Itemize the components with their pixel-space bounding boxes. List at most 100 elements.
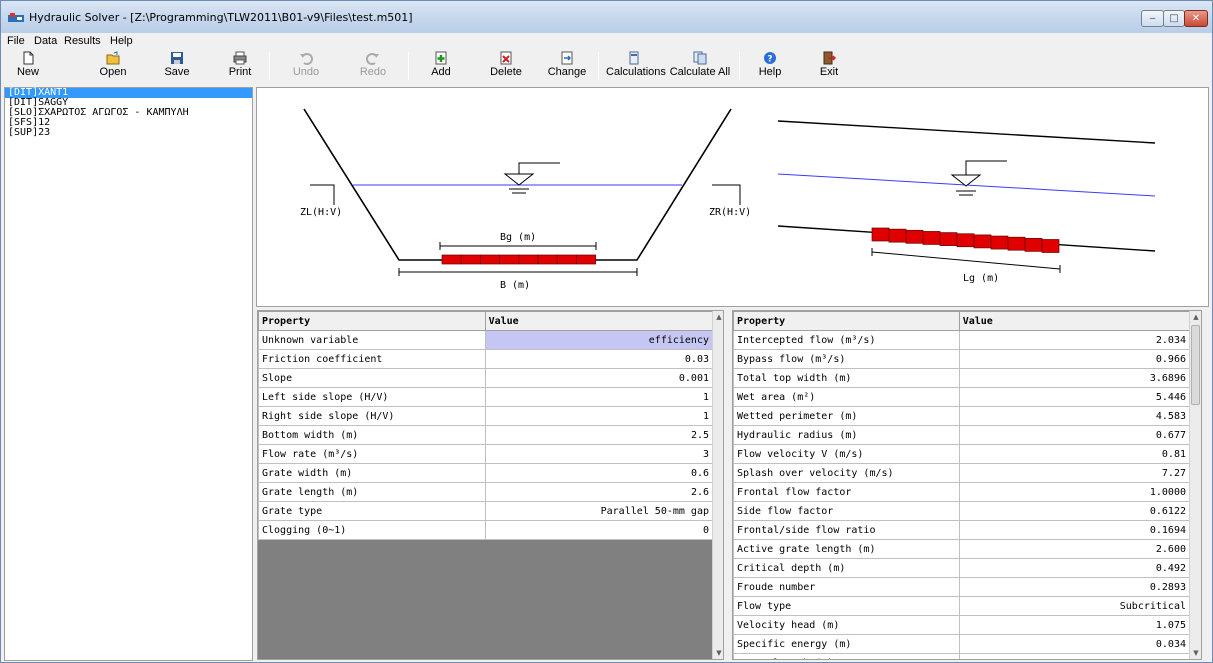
- value-cell[interactable]: Parallel 50-mm gap: [484, 501, 714, 521]
- element-tree[interactable]: [DIT]XANT1 [DIT]SAGGY [SLO]ΣΧΑΡΩΤΟΣ ΑΓΩΓ…: [4, 87, 253, 661]
- redo-button[interactable]: Redo: [355, 49, 391, 83]
- table-row[interactable]: Wetted perimeter (m) 4.583: [733, 406, 1191, 426]
- value-cell[interactable]: 0.034: [958, 634, 1191, 654]
- value-cell[interactable]: 3: [484, 444, 714, 464]
- maximize-button[interactable]: □: [1163, 10, 1185, 27]
- property-cell: Hydraulic radius (m): [733, 425, 960, 445]
- table-row[interactable]: Bypass flow (m³/s) 0.966: [733, 349, 1191, 369]
- table-row[interactable]: Wet area (m²) 5.446: [733, 387, 1191, 407]
- title-bar[interactable]: Hydraulic Solver - [Z:\Programming\TLW20…: [1, 1, 1212, 33]
- close-button[interactable]: ✕: [1184, 10, 1208, 27]
- open-button[interactable]: Open: [91, 49, 135, 83]
- value-cell[interactable]: 2.600: [958, 653, 1191, 659]
- exit-icon: [823, 51, 836, 65]
- property-cell: Friction coefficient: [258, 349, 486, 369]
- value-cell[interactable]: 0.966: [958, 349, 1191, 369]
- value-cell[interactable]: 3.6896: [958, 368, 1191, 388]
- change-button[interactable]: Change: [545, 49, 589, 83]
- scroll-thumb[interactable]: [1191, 325, 1200, 405]
- property-column-header[interactable]: Property: [733, 311, 960, 331]
- property-cell: Froude number: [733, 577, 960, 597]
- menu-bar: File Data Results Help: [1, 33, 1212, 49]
- table-row[interactable]: Velocity head (m) 1.075: [733, 615, 1191, 635]
- table-row[interactable]: Right side slope (H/V) 1: [258, 406, 714, 426]
- table-row[interactable]: Slope 0.001: [258, 368, 714, 388]
- value-cell[interactable]: 1: [484, 387, 714, 407]
- value-cell[interactable]: Subcritical: [958, 596, 1191, 616]
- value-cell[interactable]: 0.677: [958, 425, 1191, 445]
- scroll-down-arrow-icon[interactable]: ▼: [1190, 647, 1201, 659]
- scroll-up-arrow-icon[interactable]: ▲: [713, 311, 723, 323]
- menu-data[interactable]: Data: [34, 35, 57, 47]
- app-window: Hydraulic Solver - [Z:\Programming\TLW20…: [0, 0, 1213, 663]
- table-row[interactable]: Flow velocity V (m/s) 0.81: [733, 444, 1191, 464]
- print-button[interactable]: Print: [220, 49, 260, 83]
- value-cell[interactable]: 7.27: [958, 463, 1191, 483]
- property-cell: Grate length (m): [733, 653, 960, 659]
- table-row[interactable]: Clogging (0~1) 0: [258, 520, 714, 540]
- table-row[interactable]: Active grate length (m) 2.600: [733, 539, 1191, 559]
- undo-button[interactable]: Undo: [288, 49, 324, 83]
- table-row[interactable]: Friction coefficient 0.03: [258, 349, 714, 369]
- exit-button[interactable]: Exit: [816, 49, 842, 83]
- table-row[interactable]: Frontal/side flow ratio 0.1694: [733, 520, 1191, 540]
- tree-item[interactable]: [SUP]23: [5, 128, 252, 138]
- table-row[interactable]: Intercepted flow (m³/s) 2.034: [733, 330, 1191, 350]
- scroll-down-arrow-icon[interactable]: ▼: [713, 647, 723, 659]
- scroll-up-arrow-icon[interactable]: ▲: [1190, 311, 1201, 323]
- table-row[interactable]: Side flow factor 0.6122: [733, 501, 1191, 521]
- value-column-header[interactable]: Value: [958, 311, 1191, 331]
- table-row[interactable]: Hydraulic radius (m) 0.677: [733, 425, 1191, 445]
- property-column-header[interactable]: Property: [258, 311, 486, 331]
- input-scrollbar[interactable]: ▲ ▼: [712, 311, 723, 659]
- table-row[interactable]: Bottom width (m) 2.5: [258, 425, 714, 445]
- table-row[interactable]: Left side slope (H/V) 1: [258, 387, 714, 407]
- table-row[interactable]: Specific energy (m) 0.034: [733, 634, 1191, 654]
- table-row[interactable]: Grate length (m)2.600: [733, 653, 1191, 659]
- calculations-button[interactable]: Calculations: [606, 49, 666, 83]
- table-row[interactable]: Grate type Parallel 50-mm gap: [258, 501, 714, 521]
- value-cell[interactable]: 0.81: [958, 444, 1191, 464]
- calculate-all-button[interactable]: Calculate All: [669, 49, 731, 83]
- menu-file[interactable]: File: [7, 35, 25, 47]
- value-cell[interactable]: 1.075: [958, 615, 1191, 635]
- value-cell[interactable]: 0: [484, 520, 714, 540]
- menu-help[interactable]: Help: [110, 35, 133, 47]
- table-row[interactable]: Flow type Subcritical: [733, 596, 1191, 616]
- table-row[interactable]: Critical depth (m) 0.492: [733, 558, 1191, 578]
- results-scrollbar[interactable]: ▲ ▼: [1189, 311, 1201, 659]
- table-row[interactable]: Grate length (m) 2.6: [258, 482, 714, 502]
- value-cell[interactable]: efficiency: [484, 330, 714, 350]
- value-cell[interactable]: 5.446: [958, 387, 1191, 407]
- value-cell[interactable]: 1: [484, 406, 714, 426]
- table-row[interactable]: Total top width (m) 3.6896: [733, 368, 1191, 388]
- value-cell[interactable]: 2.6: [484, 482, 714, 502]
- value-cell[interactable]: 0.6122: [958, 501, 1191, 521]
- value-cell[interactable]: 0.6: [484, 463, 714, 483]
- value-cell[interactable]: 2.034: [958, 330, 1191, 350]
- table-row[interactable]: Flow rate (m³/s) 3: [258, 444, 714, 464]
- new-button[interactable]: New: [9, 49, 47, 83]
- value-cell[interactable]: 0.2893: [958, 577, 1191, 597]
- value-cell[interactable]: 0.03: [484, 349, 714, 369]
- minimize-button[interactable]: ‒: [1141, 10, 1164, 27]
- menu-results[interactable]: Results: [64, 35, 101, 47]
- value-column-header[interactable]: Value: [484, 311, 714, 331]
- value-cell[interactable]: 1.0000: [958, 482, 1191, 502]
- value-cell[interactable]: 2.600: [958, 539, 1191, 559]
- value-cell[interactable]: 2.5: [484, 425, 714, 445]
- table-row[interactable]: Grate width (m) 0.6: [258, 463, 714, 483]
- table-row[interactable]: Splash over velocity (m/s) 7.27: [733, 463, 1191, 483]
- maximize-icon: □: [1169, 13, 1179, 24]
- value-cell[interactable]: 4.583: [958, 406, 1191, 426]
- save-button[interactable]: Save: [157, 49, 197, 83]
- table-row[interactable]: Unknown variable efficiency: [258, 330, 714, 350]
- table-row[interactable]: Froude number 0.2893: [733, 577, 1191, 597]
- value-cell[interactable]: 0.492: [958, 558, 1191, 578]
- delete-button[interactable]: Delete: [485, 49, 527, 83]
- help-button[interactable]: ? Help: [755, 49, 785, 83]
- add-button[interactable]: Add: [424, 49, 458, 83]
- value-cell[interactable]: 0.001: [484, 368, 714, 388]
- table-row[interactable]: Frontal flow factor 1.0000: [733, 482, 1191, 502]
- value-cell[interactable]: 0.1694: [958, 520, 1191, 540]
